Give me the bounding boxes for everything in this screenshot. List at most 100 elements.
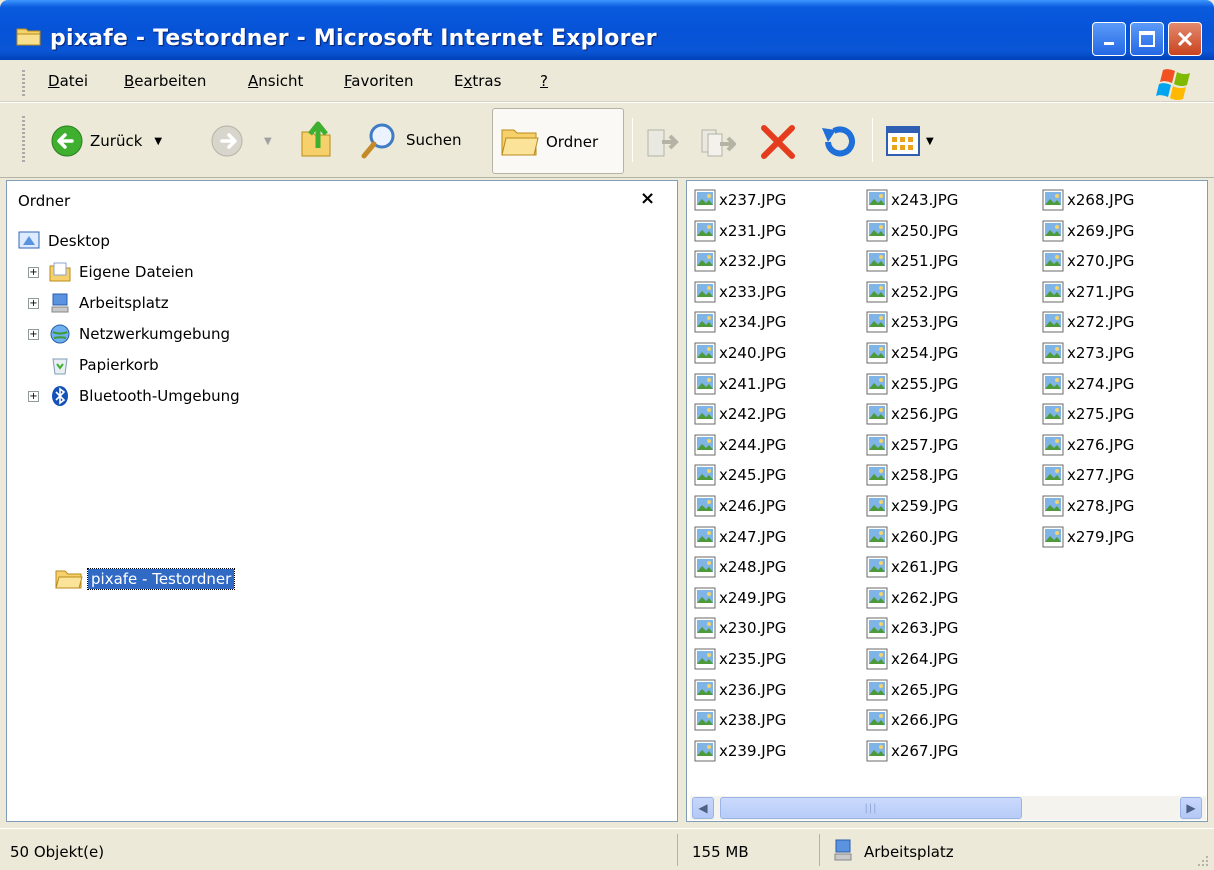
jpeg-image-icon — [1042, 311, 1064, 333]
file-item[interactable]: x231.JPG — [694, 217, 786, 245]
file-item[interactable]: x238.JPG — [694, 706, 786, 734]
file-item[interactable]: x239.JPG — [694, 737, 786, 765]
file-item[interactable]: x263.JPG — [866, 614, 958, 642]
scroll-thumb[interactable]: ||| — [720, 797, 1022, 819]
jpeg-image-icon — [866, 740, 888, 762]
file-item[interactable]: x241.JPG — [694, 370, 786, 398]
resize-grip-icon[interactable] — [1194, 852, 1210, 868]
file-item[interactable]: x274.JPG — [1042, 370, 1134, 398]
file-item[interactable]: x249.JPG — [694, 584, 786, 612]
file-item[interactable]: x265.JPG — [866, 676, 958, 704]
file-item[interactable]: x236.JPG — [694, 676, 786, 704]
file-item[interactable]: x246.JPG — [694, 492, 786, 520]
file-item[interactable]: x250.JPG — [866, 217, 958, 245]
file-item[interactable]: x267.JPG — [866, 737, 958, 765]
maximize-button[interactable] — [1130, 22, 1164, 56]
file-item[interactable]: x268.JPG — [1042, 186, 1134, 214]
expand-icon[interactable]: + — [28, 297, 39, 309]
move-to-icon[interactable] — [644, 124, 680, 160]
file-item[interactable]: x273.JPG — [1042, 339, 1134, 367]
undo-icon[interactable] — [818, 122, 858, 162]
file-item[interactable]: x244.JPG — [694, 431, 786, 459]
menu-ansicht[interactable]: Ansicht — [248, 72, 303, 90]
file-name: x277.JPG — [1067, 466, 1135, 484]
file-item[interactable]: x254.JPG — [866, 339, 958, 367]
views-dropdown-icon[interactable]: ▼ — [926, 136, 934, 147]
scroll-right-button[interactable]: ▶ — [1180, 797, 1202, 819]
file-item[interactable]: x259.JPG — [866, 492, 958, 520]
menu-bearbeiten[interactable]: Bearbeiten — [124, 72, 206, 90]
file-item[interactable]: x271.JPG — [1042, 278, 1134, 306]
file-item[interactable]: x277.JPG — [1042, 461, 1134, 489]
search-button[interactable]: Suchen — [360, 120, 462, 160]
file-item[interactable]: x258.JPG — [866, 461, 958, 489]
menu-favoriten[interactable]: Favoriten — [344, 72, 413, 90]
tree-item-bluetooth[interactable]: + Bluetooth-Umgebung — [28, 385, 240, 407]
file-item[interactable]: x252.JPG — [866, 278, 958, 306]
menu-help[interactable]: ? — [540, 72, 548, 90]
file-item[interactable]: x256.JPG — [866, 400, 958, 428]
file-item[interactable]: x230.JPG — [694, 614, 786, 642]
file-item[interactable]: x248.JPG — [694, 553, 786, 581]
up-folder-button[interactable] — [298, 118, 336, 160]
file-item[interactable]: x232.JPG — [694, 247, 786, 275]
folder-pane-close-button[interactable]: × — [640, 188, 655, 209]
minimize-button[interactable] — [1092, 22, 1126, 56]
file-item[interactable]: x264.JPG — [866, 645, 958, 673]
close-button[interactable] — [1168, 22, 1202, 56]
copy-to-icon[interactable] — [698, 124, 736, 160]
forward-button[interactable]: ▼ — [210, 124, 272, 158]
file-item[interactable]: x261.JPG — [866, 553, 958, 581]
tree-item-arbeitsplatz[interactable]: + Arbeitsplatz — [28, 292, 169, 314]
file-item[interactable]: x266.JPG — [866, 706, 958, 734]
file-item[interactable]: x262.JPG — [866, 584, 958, 612]
folders-button-content[interactable]: Ordner — [500, 124, 598, 160]
scroll-left-button[interactable]: ◀ — [692, 797, 714, 819]
toolbar-grip[interactable] — [22, 116, 25, 164]
file-item[interactable]: x233.JPG — [694, 278, 786, 306]
delete-icon[interactable] — [758, 122, 798, 162]
tree-item-desktop[interactable]: Desktop — [18, 230, 110, 252]
tree-label-bluetooth: Bluetooth-Umgebung — [79, 387, 240, 405]
expand-icon[interactable]: + — [28, 390, 39, 402]
file-item[interactable]: x247.JPG — [694, 523, 786, 551]
file-item[interactable]: x253.JPG — [866, 308, 958, 336]
menu-grip[interactable] — [22, 70, 25, 96]
tree-item-pixafe-testordner[interactable]: pixafe - Testordner — [54, 568, 236, 590]
file-item[interactable]: x257.JPG — [866, 431, 958, 459]
file-item[interactable]: x278.JPG — [1042, 492, 1134, 520]
file-item[interactable]: x240.JPG — [694, 339, 786, 367]
file-item[interactable]: x251.JPG — [866, 247, 958, 275]
file-item[interactable]: x235.JPG — [694, 645, 786, 673]
menu-datei[interactable]: Datei — [48, 72, 88, 90]
tree-item-eigene-dateien[interactable]: + Eigene Dateien — [28, 261, 194, 283]
file-item[interactable]: x260.JPG — [866, 523, 958, 551]
tree-item-netzwerkumgebung[interactable]: + Netzwerkumgebung — [28, 323, 230, 345]
back-button[interactable]: Zurück ▼ — [50, 124, 162, 158]
expand-icon[interactable]: + — [28, 266, 39, 278]
tree-label-pixafe-testordner: pixafe - Testordner — [86, 568, 236, 590]
views-button[interactable]: ▼ — [886, 126, 934, 156]
forward-dropdown-icon[interactable]: ▼ — [264, 136, 272, 147]
file-item[interactable]: x255.JPG — [866, 370, 958, 398]
jpeg-image-icon — [866, 464, 888, 486]
file-item[interactable]: x269.JPG — [1042, 217, 1134, 245]
file-name: x274.JPG — [1067, 375, 1135, 393]
file-name: x264.JPG — [891, 650, 959, 668]
file-item[interactable]: x279.JPG — [1042, 523, 1134, 551]
file-item[interactable]: x237.JPG — [694, 186, 786, 214]
tree-item-papierkorb[interactable]: Papierkorb — [49, 354, 159, 376]
file-item[interactable]: x276.JPG — [1042, 431, 1134, 459]
file-item[interactable]: x272.JPG — [1042, 308, 1134, 336]
file-item[interactable]: x275.JPG — [1042, 400, 1134, 428]
file-item[interactable]: x243.JPG — [866, 186, 958, 214]
jpeg-image-icon — [694, 311, 716, 333]
jpeg-image-icon — [866, 587, 888, 609]
file-item[interactable]: x270.JPG — [1042, 247, 1134, 275]
menu-extras[interactable]: Extras — [454, 72, 501, 90]
file-item[interactable]: x242.JPG — [694, 400, 786, 428]
file-item[interactable]: x245.JPG — [694, 461, 786, 489]
file-item[interactable]: x234.JPG — [694, 308, 786, 336]
back-dropdown-icon[interactable]: ▼ — [154, 136, 162, 147]
expand-icon[interactable]: + — [28, 328, 39, 340]
